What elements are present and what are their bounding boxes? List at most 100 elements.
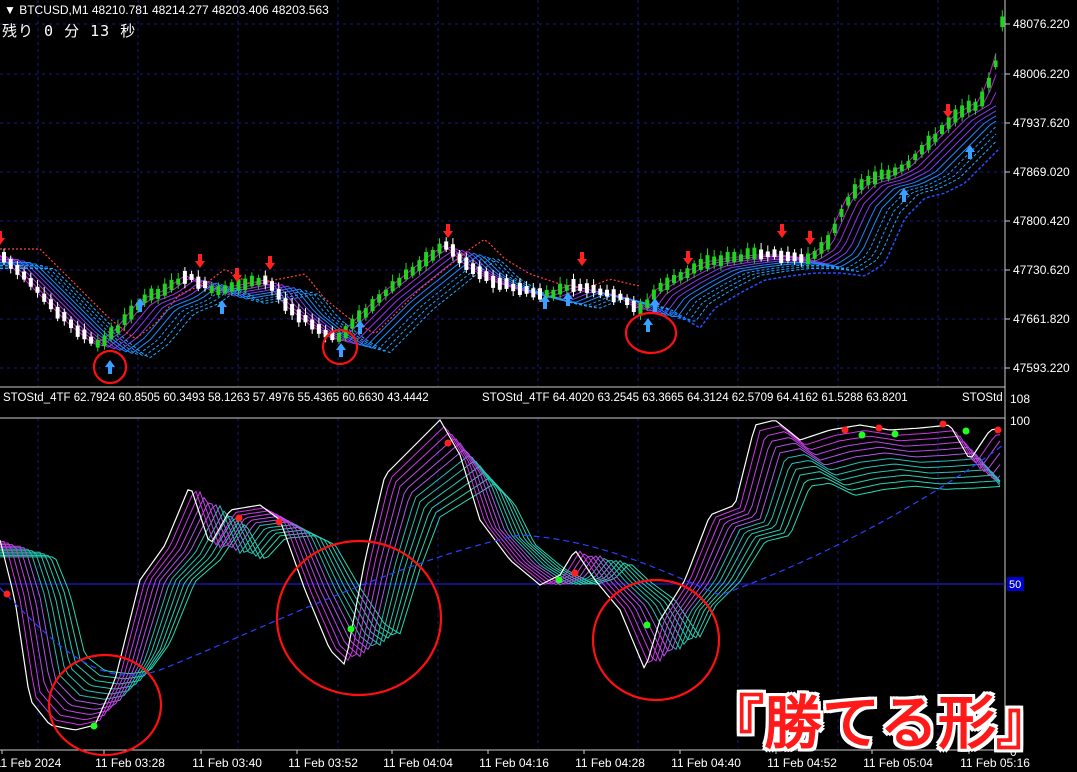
signal-dot (962, 427, 970, 435)
candle-body (839, 208, 844, 217)
candle-body (718, 255, 723, 267)
candle-body (846, 196, 851, 206)
ma-line (0, 92, 997, 348)
candle-body (772, 249, 777, 258)
osc-axis-label: 100 (1010, 414, 1030, 428)
candle-body (303, 315, 308, 323)
candle-body (745, 248, 750, 260)
buy-arrow-icon (643, 318, 653, 332)
candle-body (477, 266, 482, 280)
candle-body (404, 269, 408, 280)
candle-body (464, 257, 469, 270)
signal-dot (994, 426, 1002, 434)
candle-body (531, 288, 536, 298)
candle-body (162, 283, 167, 296)
candle-body (598, 288, 603, 296)
candle-body (859, 179, 864, 190)
buy-arrow-icon (563, 292, 573, 306)
candle-body (203, 280, 207, 289)
stoch-line (0, 460, 1001, 695)
candle-body (142, 294, 147, 303)
candle-body (799, 254, 804, 263)
signal-dot (875, 424, 883, 432)
candle-body (457, 253, 462, 264)
candle-body (471, 263, 475, 275)
candle-body (919, 145, 924, 155)
candle-body (256, 277, 261, 286)
price-label: 47800.420 (1013, 214, 1070, 228)
ma-line (0, 141, 997, 359)
candle-body (42, 293, 47, 302)
candle-body (122, 314, 127, 325)
candle-body (698, 259, 703, 270)
sell-arrow-icon (195, 254, 205, 268)
candle-body (28, 278, 33, 287)
candle-body (89, 336, 94, 344)
candle-body (752, 247, 757, 260)
candle-body (564, 285, 569, 291)
grid-lines (0, 0, 1006, 751)
signal-dot (939, 420, 947, 428)
time-label: 11 Feb 03:28 (95, 756, 165, 770)
candle-body (69, 319, 73, 329)
candle-body (973, 101, 978, 111)
candle-body (363, 308, 368, 318)
candle-body (980, 91, 985, 107)
signal-dot (555, 576, 563, 584)
candle-body (678, 272, 683, 281)
time-label: 11 Feb 04:16 (479, 756, 549, 770)
candle-body (618, 293, 623, 300)
indicator-values-1: STOStd_4TF 62.7924 60.8505 60.3493 58.12… (3, 392, 429, 404)
candle-body (551, 289, 556, 298)
signal-dot (643, 621, 651, 629)
candle-body (270, 281, 274, 291)
candle-body (631, 300, 636, 312)
candle-body (437, 243, 442, 254)
price-label: 47869.020 (1013, 165, 1070, 179)
candle-body (484, 271, 489, 281)
time-label: 11 Feb 03:40 (192, 756, 262, 770)
stoch-trend-line (0, 444, 1004, 676)
price-label: 48006.220 (1013, 67, 1070, 81)
stoch-line (0, 448, 1001, 706)
candle-body (986, 77, 991, 88)
candle-body (95, 339, 100, 348)
candle-body (397, 277, 402, 286)
candle-body (665, 277, 670, 290)
candle-body (584, 283, 589, 293)
candle-body (377, 294, 382, 303)
indicator-values-2: STOStd_4TF 64.4020 63.2545 63.3665 64.31… (482, 392, 908, 404)
signal-dot (90, 722, 98, 730)
candle-body (22, 271, 27, 280)
candle-body (370, 299, 375, 312)
sell-arrow-icon (943, 104, 953, 118)
candle-body (169, 279, 174, 291)
candle-body (296, 309, 301, 323)
candle-body (102, 335, 107, 347)
sell-arrow-icon (805, 231, 815, 245)
signal-dot (858, 431, 866, 439)
symbol-header: ▼ BTCUSD,M1 48210.781 48214.277 48203.40… (4, 3, 329, 17)
chart-canvas[interactable]: 48076.220 48006.220 47937.620 47869.020 4780… (0, 0, 1077, 772)
price-label: 47593.220 (1013, 361, 1070, 375)
candle-body (926, 135, 931, 150)
candle-body (692, 263, 697, 274)
sell-arrow-icon (443, 224, 453, 238)
candle-body (524, 286, 529, 294)
price-label: 47937.620 (1013, 116, 1070, 130)
price-label: 47661.820 (1013, 312, 1070, 326)
candle-body (129, 305, 134, 320)
candle-body (383, 289, 388, 297)
signal-dot (275, 518, 283, 526)
candle-body (410, 266, 415, 276)
candle-body (866, 175, 871, 185)
candle-body (357, 310, 362, 323)
candle-body (819, 242, 824, 254)
candlesticks (2, 10, 1005, 352)
signal-dot (3, 590, 11, 598)
candle-body (960, 105, 965, 118)
signal-dot (841, 426, 849, 434)
candle-body (424, 252, 429, 267)
candle-body (826, 235, 831, 250)
sell-arrow-icon (577, 252, 587, 266)
